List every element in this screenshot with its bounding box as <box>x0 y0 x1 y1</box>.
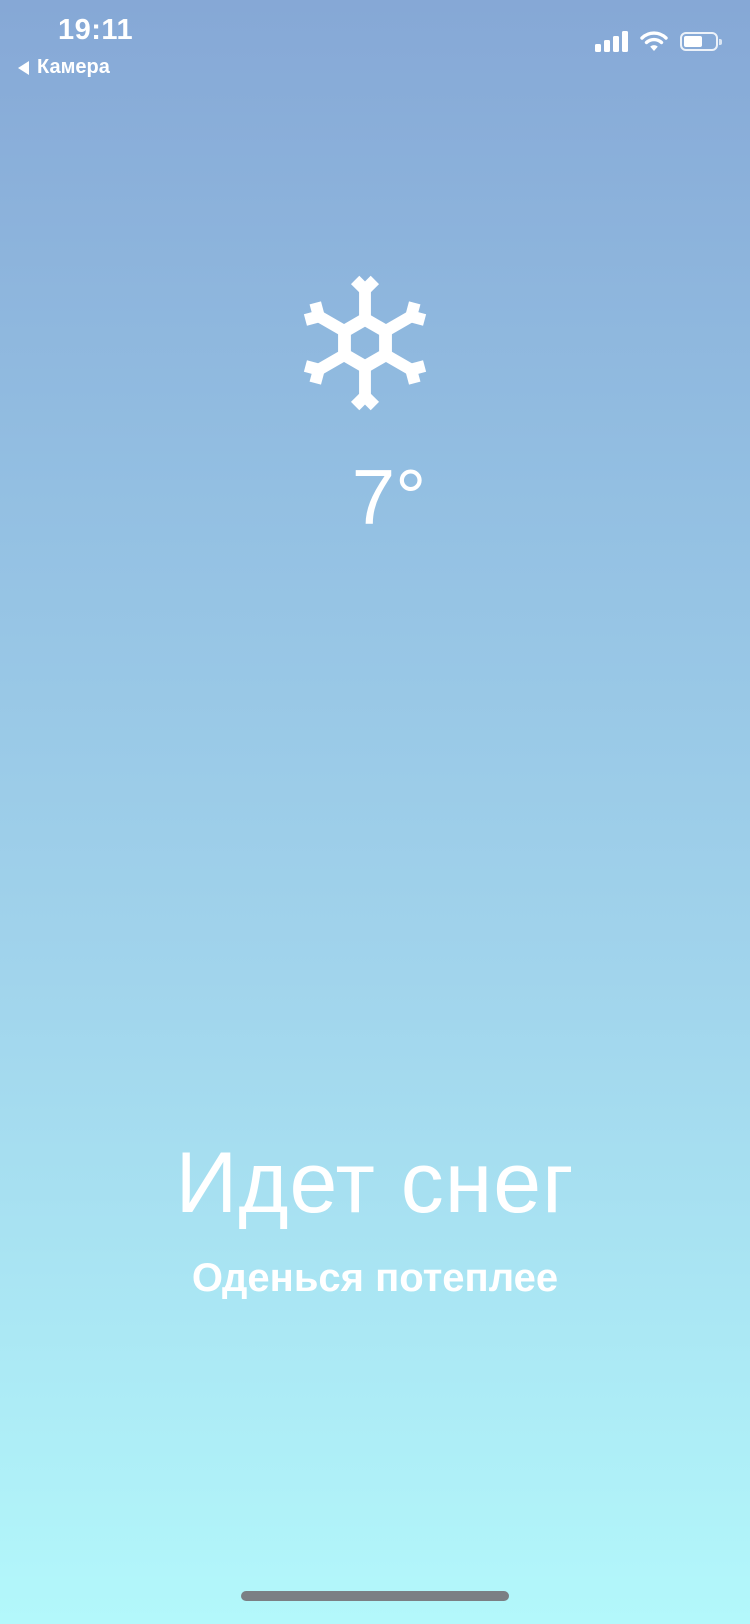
home-indicator[interactable] <box>241 1591 509 1601</box>
back-arrow-icon <box>18 60 29 75</box>
status-icons <box>595 30 722 52</box>
battery-icon <box>680 31 722 51</box>
weather-advice: Оденься потеплее <box>191 1256 559 1300</box>
weather-condition: Идет снег <box>175 1135 575 1231</box>
wifi-icon <box>640 31 668 51</box>
back-link-label: Камера <box>37 56 110 78</box>
snowflake-icon <box>294 275 436 414</box>
signal-icon <box>595 30 628 52</box>
temperature-value: 7° <box>351 453 427 541</box>
back-to-camera-link[interactable]: Камера <box>18 56 110 79</box>
status-time: 19:11 <box>58 14 134 46</box>
